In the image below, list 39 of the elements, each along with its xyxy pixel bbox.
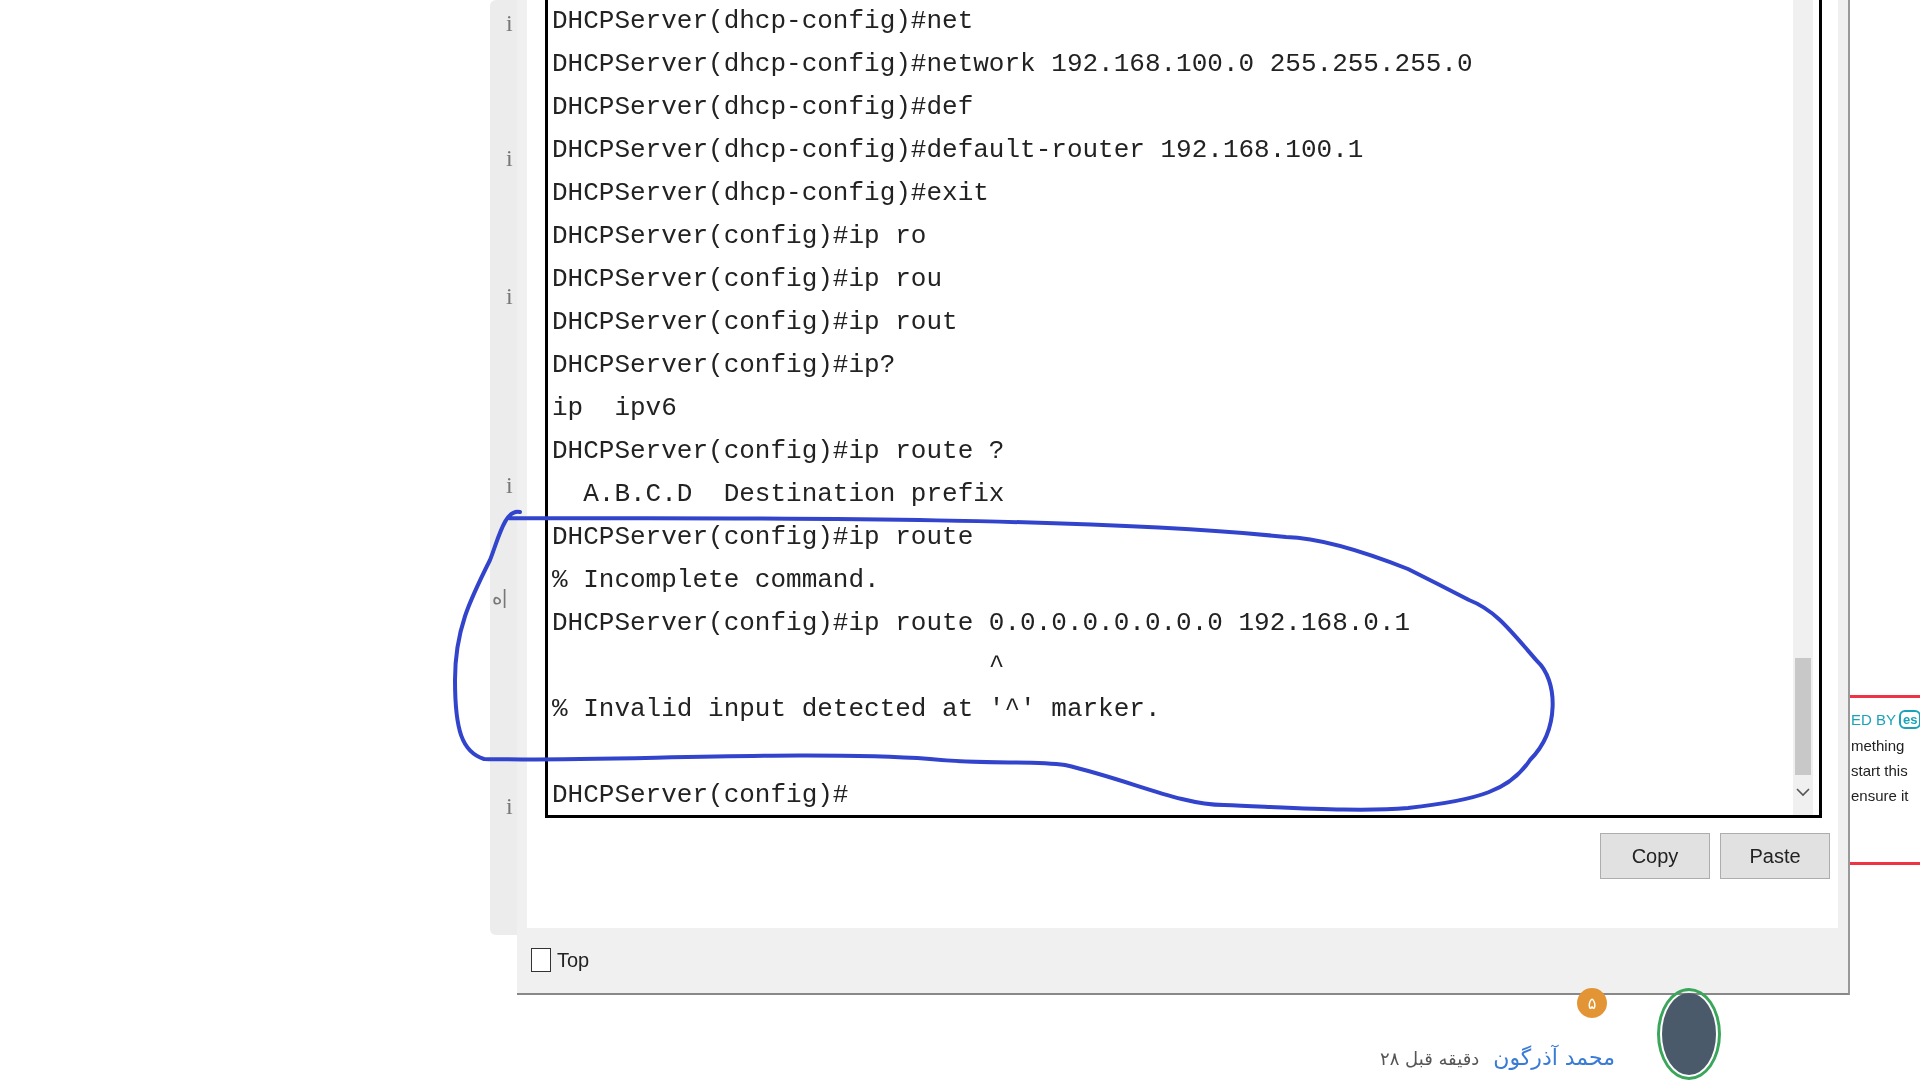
scrollbar[interactable] bbox=[1793, 0, 1813, 815]
popup-text: mething bbox=[1851, 737, 1906, 754]
popup-text: ensure it bbox=[1851, 787, 1910, 804]
terminal-line: DHCPServer(config)#ip? bbox=[552, 349, 897, 382]
panel-text: i bbox=[506, 283, 513, 310]
popup-text: start this bbox=[1851, 762, 1909, 779]
terminal-line: % Invalid input detected at '^' marker. bbox=[552, 693, 1162, 726]
terminal-line: DHCPServer(config)#ip route ? bbox=[552, 435, 1006, 468]
comment-time: ۲۸ دقیقه قبل bbox=[1380, 1048, 1480, 1069]
terminal-line: % Incomplete command. bbox=[552, 564, 881, 597]
checkbox-label: Top bbox=[557, 948, 590, 972]
terminal-line: DHCPServer(dhcp-config)#default-router 192.168.100.1 bbox=[552, 134, 1365, 167]
terminal-line: DHCPServer(config)#ip route bbox=[552, 521, 975, 554]
panel-text: i bbox=[506, 10, 513, 37]
terminal-line: DHCPServer(config)#ip rou bbox=[552, 263, 944, 296]
terminal-line: DHCPServer(config)#ip route 0.0.0.0.0.0.0.0 192.168.0.1 bbox=[552, 607, 1412, 640]
popup-heading: ED BY bbox=[1851, 711, 1896, 728]
scrollbar-thumb[interactable] bbox=[1795, 658, 1811, 775]
panel-text: i bbox=[506, 793, 513, 820]
terminal-line: DHCPServer(config)#ip rout bbox=[552, 306, 959, 339]
chevron-down-icon[interactable] bbox=[1796, 787, 1810, 797]
terminal-line: DHCPServer(config)# bbox=[552, 779, 850, 812]
terminal-line: DHCPServer(dhcp-config)#def bbox=[552, 91, 975, 124]
panel-text: ه| bbox=[492, 585, 508, 609]
author-link[interactable]: محمد آذرگون bbox=[1493, 1045, 1616, 1070]
terminal-line: DHCPServer(dhcp-config)#net bbox=[552, 5, 975, 38]
paste-button[interactable]: Paste bbox=[1720, 833, 1830, 879]
count-badge: ۵ bbox=[1577, 988, 1607, 1018]
panel-text: i bbox=[506, 472, 513, 499]
terminal-line: ^ bbox=[987, 650, 1006, 683]
terminal-line: ip ipv6 bbox=[552, 392, 678, 425]
terminal-line: A.B.C.D Destination prefix bbox=[582, 478, 1006, 511]
panel-text: i bbox=[506, 145, 513, 172]
terminal-line: DHCPServer(dhcp-config)#exit bbox=[552, 177, 990, 210]
copy-button[interactable]: Copy bbox=[1600, 833, 1710, 879]
terminal-line: DHCPServer(dhcp-config)#network 192.168.100.0 255.255.255.0 bbox=[552, 48, 1474, 81]
terminal-line: DHCPServer(config)#ip ro bbox=[552, 220, 928, 253]
logo: es bbox=[1899, 710, 1920, 729]
checkbox[interactable] bbox=[531, 948, 551, 972]
